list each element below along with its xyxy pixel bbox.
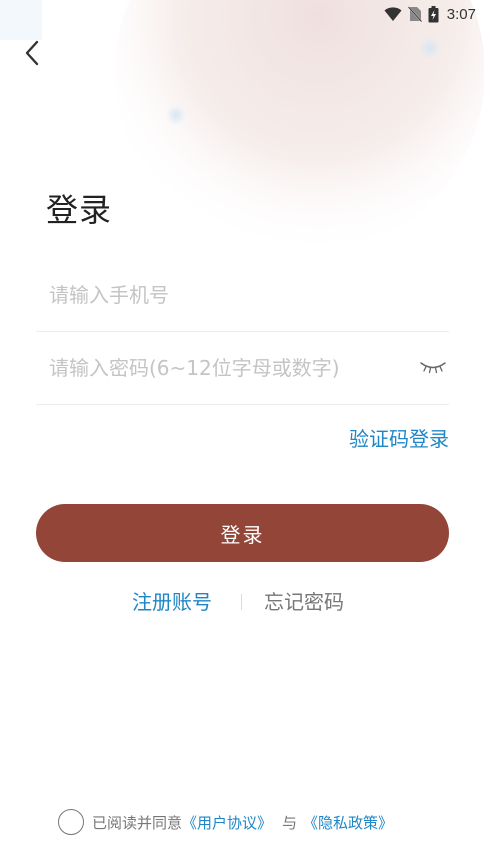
status-icons: 3:07: [384, 4, 476, 24]
account-links: 注册账号 忘记密码: [0, 586, 484, 616]
password-field-container: [36, 331, 449, 405]
link-divider: [241, 594, 242, 610]
phone-input[interactable]: [49, 258, 419, 332]
status-bar: 3:07: [0, 0, 484, 28]
agreement-row: 已阅读并同意 《用户协议》 与 《隐私政策》: [58, 808, 393, 836]
user-agreement-link[interactable]: 《用户协议》: [182, 812, 272, 833]
agree-checkbox[interactable]: [58, 809, 84, 835]
sms-login-link[interactable]: 验证码登录: [349, 423, 449, 452]
privacy-policy-link[interactable]: 《隐私政策》: [303, 812, 393, 833]
forgot-password-link[interactable]: 忘记密码: [264, 586, 344, 615]
login-button[interactable]: 登录: [36, 504, 449, 562]
page-title: 登录: [46, 191, 113, 229]
password-input[interactable]: [49, 331, 419, 405]
status-time: 3:07: [446, 5, 476, 23]
no-sim-icon: [407, 6, 422, 22]
chevron-left-icon: [25, 40, 39, 66]
battery-charging-icon: [428, 5, 439, 22]
phone-field-container: [36, 258, 449, 332]
agreement-conjunction: 与: [282, 813, 298, 832]
agreement-prefix: 已阅读并同意: [92, 813, 183, 832]
register-link[interactable]: 注册账号: [132, 586, 212, 615]
wifi-icon: [384, 7, 402, 21]
eye-closed-icon[interactable]: [419, 357, 447, 377]
back-button[interactable]: [14, 34, 50, 72]
